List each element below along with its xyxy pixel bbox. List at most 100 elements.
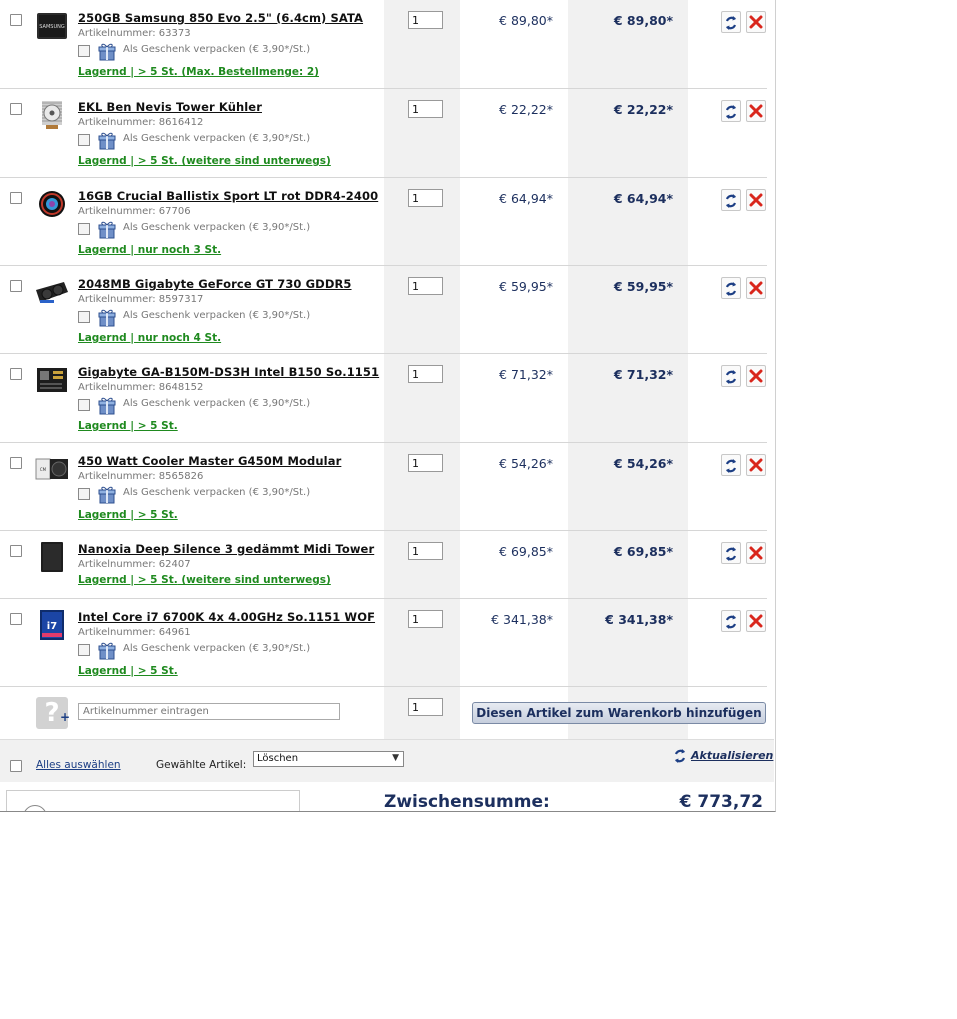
cart-item-row: i7 Intel Core i7 6700K 4x 4.00GHz So.1151… <box>0 599 767 687</box>
remove-item-button[interactable] <box>746 100 766 122</box>
update-item-button[interactable] <box>721 365 741 387</box>
add-to-cart-button[interactable]: Diesen Artikel zum Warenkorb hinzufügen <box>472 702 766 724</box>
product-title-link[interactable]: 450 Watt Cooler Master G450M Modular <box>78 454 341 468</box>
item-select-checkbox[interactable] <box>10 14 22 26</box>
stock-status-extra: (weitere sind unterwegs) <box>177 574 331 586</box>
add-quantity-input[interactable] <box>408 698 443 716</box>
product-title-link[interactable]: 16GB Crucial Ballistix Sport LT rot DDR4… <box>78 189 378 203</box>
product-thumbnail[interactable]: SAMSUNG <box>34 10 70 42</box>
remove-item-button[interactable] <box>746 610 766 632</box>
stock-status-text: Lagernd | > 5 St. <box>78 155 178 167</box>
gift-wrap-checkbox[interactable] <box>78 134 90 146</box>
product-title-link[interactable]: 2048MB Gigabyte GeForce GT 730 GDDR5 <box>78 277 352 291</box>
update-item-button[interactable] <box>721 277 741 299</box>
update-item-button[interactable] <box>721 454 741 476</box>
quantity-input[interactable] <box>408 610 443 628</box>
stock-status-text: Lagernd | nur noch 3 St. <box>78 244 222 256</box>
line-total: € 89,80* <box>613 13 673 28</box>
article-number-input[interactable] <box>78 703 340 720</box>
product-thumbnail[interactable] <box>34 364 70 396</box>
item-select-checkbox[interactable] <box>10 457 22 469</box>
product-title-link[interactable]: Nanoxia Deep Silence 3 gedämmt Midi Towe… <box>78 542 374 556</box>
remove-item-button[interactable] <box>746 365 766 387</box>
remove-item-button[interactable] <box>746 542 766 564</box>
gift-icon <box>97 641 117 661</box>
stock-status-extra: (Max. Bestellmenge: 2) <box>177 66 319 78</box>
article-number: Artikelnummer: 8648152 <box>78 382 204 393</box>
product-title-link[interactable]: Gigabyte GA-B150M-DS3H Intel B150 So.115… <box>78 365 379 379</box>
article-number: Artikelnummer: 63373 <box>78 28 191 39</box>
stock-status-link[interactable]: Lagernd | > 5 St. (weitere sind unterweg… <box>78 574 331 586</box>
gift-wrap-checkbox[interactable] <box>78 399 90 411</box>
quantity-input[interactable] <box>408 189 443 207</box>
gift-wrap-checkbox[interactable] <box>78 644 90 656</box>
remove-item-button[interactable] <box>746 189 766 211</box>
product-title-link[interactable]: Intel Core i7 6700K 4x 4.00GHz So.1151 W… <box>78 610 375 624</box>
gift-wrap-checkbox[interactable] <box>78 45 90 57</box>
remove-item-button[interactable] <box>746 454 766 476</box>
stock-status-link[interactable]: Lagernd | > 5 St. (weitere sind unterweg… <box>78 155 331 167</box>
gift-icon <box>97 131 117 151</box>
gift-wrap-checkbox[interactable] <box>78 223 90 235</box>
item-select-checkbox[interactable] <box>10 613 22 625</box>
product-thumbnail[interactable] <box>34 188 70 220</box>
quantity-input[interactable] <box>408 11 443 29</box>
unit-price: € 59,95* <box>499 279 553 294</box>
stock-status-link[interactable]: Lagernd | > 5 St. <box>78 420 178 432</box>
item-select-checkbox[interactable] <box>10 368 22 380</box>
selected-articles-label: Gewählte Artikel: <box>156 759 247 771</box>
unit-price: € 22,22* <box>499 102 553 117</box>
quantity-input[interactable] <box>408 542 443 560</box>
product-thumbnail[interactable] <box>34 541 70 573</box>
item-select-checkbox[interactable] <box>10 103 22 115</box>
product-thumbnail[interactable] <box>34 99 70 131</box>
selected-action-select[interactable]: Löschen ▼ <box>253 751 404 767</box>
product-title-link[interactable]: EKL Ben Nevis Tower Kühler <box>78 100 262 114</box>
article-number: Artikelnummer: 8597317 <box>78 294 204 305</box>
update-item-button[interactable] <box>721 189 741 211</box>
gift-icon <box>97 485 117 505</box>
update-item-button[interactable] <box>721 610 741 632</box>
quantity-input[interactable] <box>408 365 443 383</box>
line-total: € 59,95* <box>613 279 673 294</box>
gift-wrap-checkbox[interactable] <box>78 311 90 323</box>
product-thumbnail[interactable]: CM <box>34 453 70 485</box>
promo-box <box>6 790 300 811</box>
line-total: € 54,26* <box>613 456 673 471</box>
update-item-button[interactable] <box>721 100 741 122</box>
stock-status-link[interactable]: Lagernd | nur noch 4 St. <box>78 332 221 344</box>
stock-status-link[interactable]: Lagernd | > 5 St. <box>78 509 178 521</box>
stock-status-link[interactable]: Lagernd | > 5 St. <box>78 665 178 677</box>
gift-wrap-label: Als Geschenk verpacken (€ 3,90*/St.) <box>123 398 311 409</box>
product-thumbnail[interactable]: i7 <box>34 609 70 641</box>
quantity-input[interactable] <box>408 454 443 472</box>
gift-wrap-label: Als Geschenk verpacken (€ 3,90*/St.) <box>123 643 311 654</box>
gift-wrap-checkbox[interactable] <box>78 488 90 500</box>
unit-price: € 71,32* <box>499 367 553 382</box>
update-item-button[interactable] <box>721 542 741 564</box>
remove-item-button[interactable] <box>746 277 766 299</box>
item-select-checkbox[interactable] <box>10 545 22 557</box>
item-select-checkbox[interactable] <box>10 280 22 292</box>
update-item-button[interactable] <box>721 11 741 33</box>
article-number: Artikelnummer: 8565826 <box>78 471 204 482</box>
stock-status-link[interactable]: Lagernd | nur noch 3 St. <box>78 244 221 256</box>
unit-price: € 69,85* <box>499 544 553 559</box>
item-select-checkbox[interactable] <box>10 192 22 204</box>
unit-price: € 64,94* <box>499 191 553 206</box>
select-all-link[interactable]: Alles auswählen <box>36 759 121 771</box>
select-all-checkbox[interactable] <box>10 760 22 772</box>
gift-wrap-label: Als Geschenk verpacken (€ 3,90*/St.) <box>123 310 311 321</box>
update-label: Aktualisieren <box>691 749 774 762</box>
product-title-link[interactable]: 250GB Samsung 850 Evo 2.5" (6.4cm) SATA <box>78 11 363 25</box>
line-total: € 69,85* <box>613 544 673 559</box>
update-link[interactable]: Aktualisieren <box>673 748 773 764</box>
stock-status-text: Lagernd | > 5 St. <box>78 665 178 677</box>
cart-footer: Alles auswählen Gewählte Artikel: Lösche… <box>0 739 774 782</box>
product-thumbnail[interactable] <box>34 276 70 308</box>
stock-status-link[interactable]: Lagernd | > 5 St. (Max. Bestellmenge: 2) <box>78 66 319 78</box>
quantity-input[interactable] <box>408 277 443 295</box>
stock-status-text: Lagernd | > 5 St. <box>78 66 178 78</box>
quantity-input[interactable] <box>408 100 443 118</box>
remove-item-button[interactable] <box>746 11 766 33</box>
